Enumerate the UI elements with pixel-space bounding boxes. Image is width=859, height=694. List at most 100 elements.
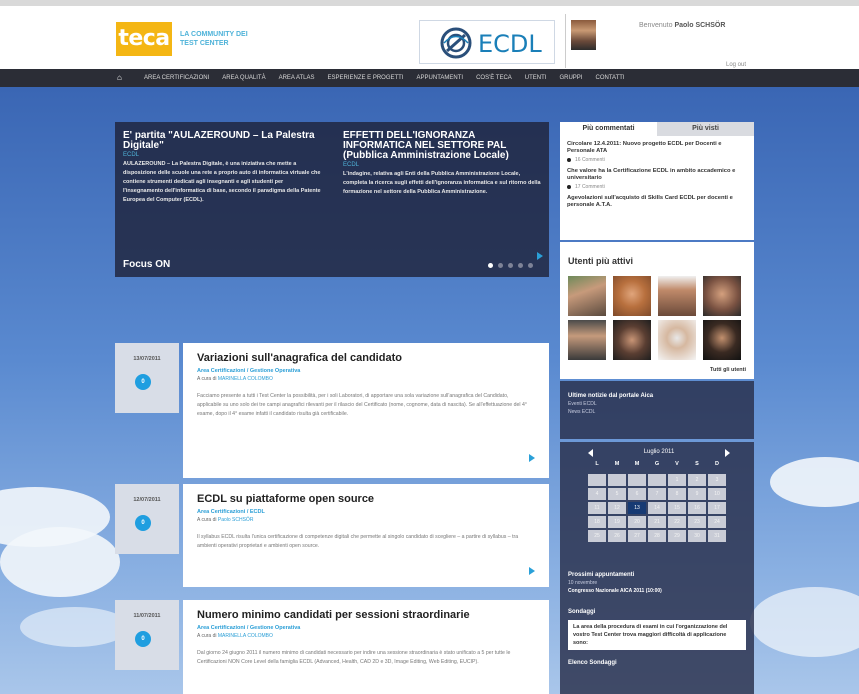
slide-category: ECDL [123, 152, 140, 158]
slider-dot[interactable] [508, 263, 513, 268]
avatar[interactable] [658, 276, 696, 316]
logout-link[interactable]: Log out [726, 62, 746, 68]
list-item[interactable]: Agevolazioni sull'acquisto di Skills Car… [560, 195, 754, 209]
avatar[interactable] [703, 276, 741, 316]
read-more-arrow-icon[interactable] [529, 567, 535, 575]
aica-news-link[interactable]: Eventi ECDL [560, 399, 754, 407]
list-item[interactable]: Che valore ha la Certificazione ECDL in … [560, 168, 754, 190]
slider-dot[interactable] [498, 263, 503, 268]
calendar-next-icon[interactable] [725, 449, 730, 457]
calendar-box: Luglio 2011 L M M G V S D 1 2 3 4 5 6 7 8 9 10 11 12 13 14 15… [560, 442, 754, 566]
site-header: teca LA COMMUNITY DEI TEST CENTER ECDL B… [0, 6, 859, 69]
comment-item-title[interactable]: Che valore ha la Certificazione ECDL in … [567, 168, 747, 182]
news-category[interactable]: Area Certificazioni / Gestione Operativa [183, 364, 549, 374]
nav-item-utenti[interactable]: UTENTI [525, 69, 547, 87]
calendar-day[interactable]: 27 [628, 530, 646, 542]
calendar-day[interactable]: 16 [688, 502, 706, 514]
comment-bullet-icon [567, 158, 571, 162]
calendar-day[interactable]: 4 [588, 488, 606, 500]
comment-item-title[interactable]: Agevolazioni sull'acquisto di Skills Car… [567, 195, 747, 209]
calendar-day[interactable]: 23 [688, 516, 706, 528]
event-link[interactable]: Congresso Nazionale AICA 2011 (10:00) [560, 586, 754, 594]
calendar-day[interactable]: 30 [688, 530, 706, 542]
calendar-day[interactable]: 24 [708, 516, 726, 528]
avatar[interactable] [568, 276, 606, 316]
calendar-day[interactable]: 3 [708, 474, 726, 486]
aica-news-title: Ultime notizie dal portale Aica [568, 393, 654, 399]
comment-count-badge[interactable]: 0 [135, 374, 151, 390]
slide-2[interactable]: EFFETTI DELL'IGNORANZA INFORMATICA NEL S… [343, 131, 543, 197]
tab-piu-visti[interactable]: Più visti [657, 122, 754, 136]
list-item[interactable]: Circolare 12.4.2011: Nuovo progetto ECDL… [560, 141, 754, 163]
calendar-day[interactable]: 31 [708, 530, 726, 542]
news-author[interactable]: MARINELLA COLOMBO [218, 633, 273, 639]
calendar-day[interactable]: 14 [648, 502, 666, 514]
events-box: Prossimi appuntamenti 10 novembre Congre… [560, 566, 754, 604]
survey-question[interactable]: La area della procedura di esami in cui … [568, 620, 746, 650]
nav-item-area-certificazioni[interactable]: AREA CERTIFICAZIONI [144, 69, 209, 87]
calendar-day[interactable]: 9 [688, 488, 706, 500]
calendar-day[interactable]: 12 [608, 502, 626, 514]
aica-news-link[interactable]: News ECDL [560, 407, 754, 415]
news-author[interactable]: MARINELLA COLOMBO [218, 376, 273, 382]
comment-count-label: 16 Commenti [575, 157, 605, 163]
tab-piu-commentati[interactable]: Più commentati [560, 122, 657, 136]
calendar-day[interactable]: 15 [668, 502, 686, 514]
calendar-day[interactable]: 6 [628, 488, 646, 500]
news-category[interactable]: Area Certificazioni / Gestione Operativa [183, 621, 549, 631]
home-icon[interactable]: ⌂ [117, 73, 126, 82]
survey-list-link[interactable]: Elenco Sondaggi [560, 650, 754, 666]
calendar-day[interactable]: 18 [588, 516, 606, 528]
avatar[interactable] [568, 320, 606, 360]
comment-item-title[interactable]: Circolare 12.4.2011: Nuovo progetto ECDL… [567, 141, 747, 155]
calendar-day[interactable]: 17 [708, 502, 726, 514]
comment-count-badge[interactable]: 0 [135, 515, 151, 531]
calendar-day[interactable]: 29 [668, 530, 686, 542]
comment-count-badge[interactable]: 0 [135, 631, 151, 647]
calendar-day[interactable]: 5 [608, 488, 626, 500]
calendar-day[interactable]: 10 [708, 488, 726, 500]
slide-title[interactable]: EFFETTI DELL'IGNORANZA INFORMATICA NEL S… [343, 131, 543, 161]
avatar[interactable] [571, 20, 596, 50]
nav-item-gruppi[interactable]: GRUPPI [559, 69, 582, 87]
all-users-link[interactable]: Tutti gli utenti [710, 367, 746, 373]
nav-item-area-atlas[interactable]: AREA ATLAS [279, 69, 315, 87]
nav-item-cose-teca[interactable]: COS'È TECA [476, 69, 512, 87]
calendar-day[interactable]: 22 [668, 516, 686, 528]
ecdl-logo[interactable]: ECDL [419, 20, 555, 64]
calendar-day[interactable]: 25 [588, 530, 606, 542]
avatar[interactable] [703, 320, 741, 360]
teca-logo[interactable]: teca [116, 22, 172, 56]
slide-1[interactable]: E' partita "AULAZEROUND – La Palestra Di… [123, 131, 323, 205]
avatar[interactable] [613, 320, 651, 360]
slide-title[interactable]: E' partita "AULAZEROUND – La Palestra Di… [123, 131, 323, 151]
calendar-day[interactable]: 7 [648, 488, 666, 500]
nav-item-esperienze[interactable]: ESPERIENZE E PROGETTI [328, 69, 404, 87]
slider-dot[interactable] [528, 263, 533, 268]
avatar[interactable] [613, 276, 651, 316]
news-category[interactable]: Area Certificazioni / ECDL [183, 505, 549, 515]
nav-item-appuntamenti[interactable]: APPUNTAMENTI [417, 69, 464, 87]
calendar-day[interactable]: 1 [668, 474, 686, 486]
calendar-day[interactable]: 21 [648, 516, 666, 528]
slider-dot[interactable] [488, 263, 493, 268]
nav-item-area-qualita[interactable]: AREA QUALITÀ [222, 69, 265, 87]
aica-news-box: Ultime notizie dal portale Aica Eventi E… [560, 381, 754, 439]
news-title[interactable]: Variazioni sull'anagrafica del candidato [183, 343, 549, 364]
calendar-day[interactable]: 26 [608, 530, 626, 542]
calendar-day[interactable]: 20 [628, 516, 646, 528]
calendar-day[interactable]: 2 [688, 474, 706, 486]
calendar-day-of-week: D [715, 461, 719, 467]
calendar-day[interactable]: 28 [648, 530, 666, 542]
news-title[interactable]: ECDL su piattaforme open source [183, 484, 549, 505]
read-more-arrow-icon[interactable] [529, 454, 535, 462]
calendar-day[interactable]: 19 [608, 516, 626, 528]
slider-dot[interactable] [518, 263, 523, 268]
news-title[interactable]: Numero minimo candidati per sessioni str… [183, 600, 549, 621]
nav-item-contatti[interactable]: CONTATTI [595, 69, 624, 87]
calendar-day-today[interactable]: 13 [628, 502, 646, 514]
calendar-day[interactable]: 11 [588, 502, 606, 514]
calendar-day[interactable]: 8 [668, 488, 686, 500]
news-author[interactable]: Paolo SCHSÖR [218, 517, 254, 523]
avatar[interactable] [658, 320, 696, 360]
